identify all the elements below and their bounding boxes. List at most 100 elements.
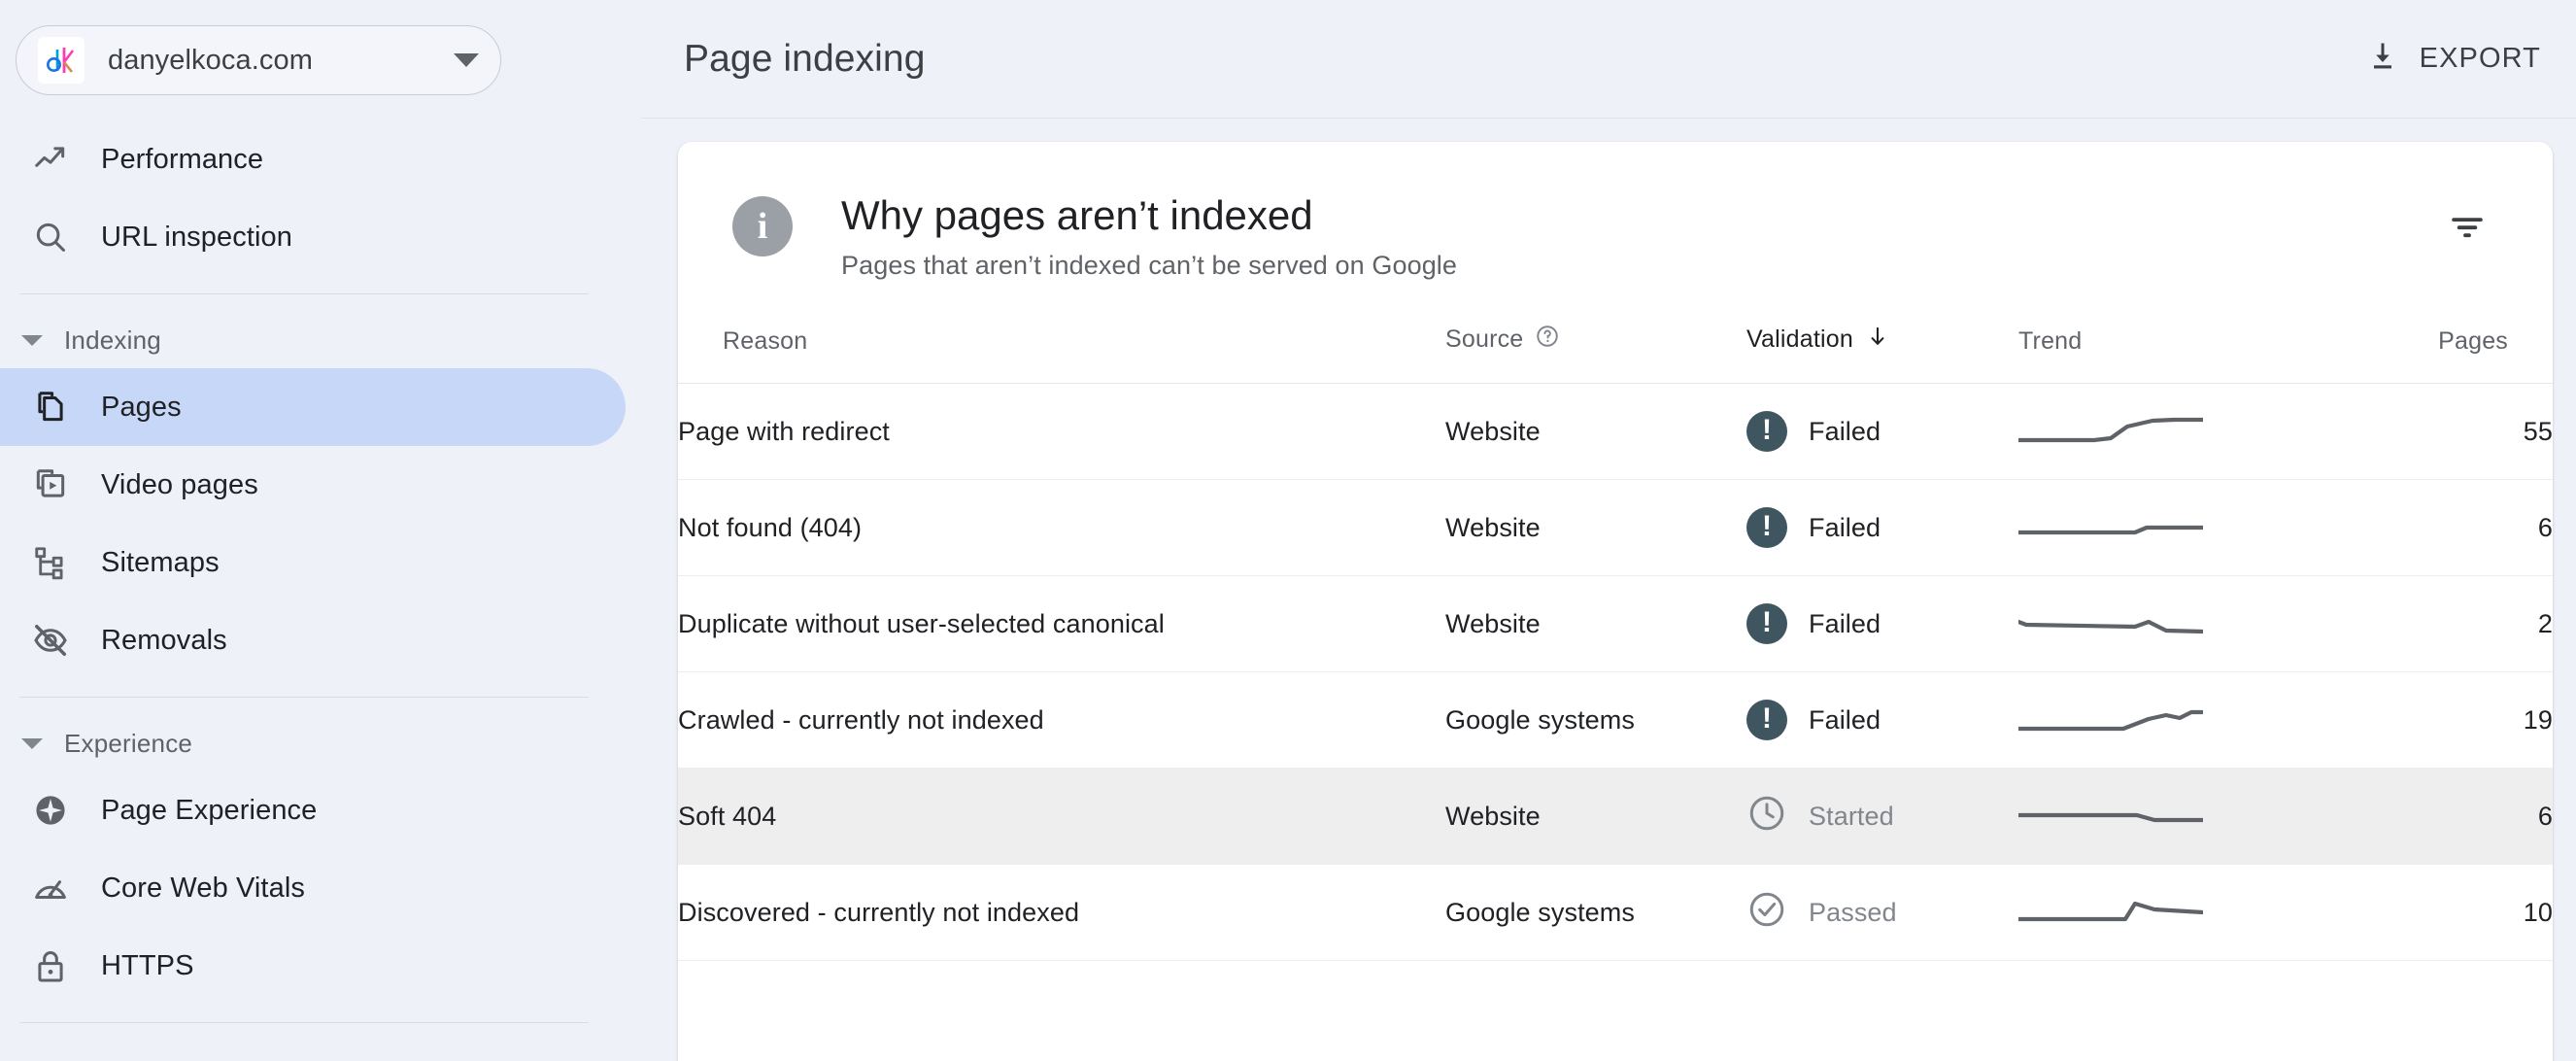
cell-source: Website — [1445, 384, 1746, 480]
indexing-reasons-table: Reason Source — [678, 324, 2553, 961]
cell-reason: Discovered - currently not indexed — [678, 865, 1445, 961]
column-header-label: Source — [1445, 325, 1523, 354]
sidebar-item-label: Performance — [101, 144, 263, 176]
search-icon — [29, 219, 72, 256]
property-name: danyelkoca.com — [108, 45, 454, 77]
sparkle-circle-icon — [29, 792, 72, 829]
error-filled-icon: ! — [1746, 411, 1787, 452]
trend-sparkline — [2018, 607, 2203, 640]
cell-trend — [2018, 769, 2290, 865]
sidebar-item-label: HTTPS — [101, 950, 194, 982]
sidebar-section-indexing[interactable]: Indexing — [0, 312, 641, 368]
trend-sparkline — [2018, 415, 2203, 448]
sidebar-item-pages[interactable]: Pages — [0, 368, 626, 446]
filter-icon — [2447, 207, 2488, 253]
cell-pages: 2 — [2290, 576, 2553, 672]
cell-reason: Page with redirect — [678, 384, 1445, 480]
cell-trend — [2018, 672, 2290, 769]
sidebar-item-video-pages[interactable]: Video pages — [0, 446, 626, 524]
sidebar-item-label: Page Experience — [101, 795, 317, 827]
cell-source: Website — [1445, 480, 1746, 576]
sidebar-item-removals[interactable]: Removals — [0, 601, 626, 679]
cell-source: Website — [1445, 576, 1746, 672]
table-header-row: Reason Source — [678, 324, 2553, 384]
validation-label: Started — [1809, 802, 1894, 832]
cell-reason: Duplicate without user-selected canonica… — [678, 576, 1445, 672]
why-pages-arent-indexed-card: i Why pages aren’t indexed Pages that ar… — [678, 142, 2553, 1061]
cell-pages: 19 — [2290, 672, 2553, 769]
sidebar-item-core-web-vitals[interactable]: Core Web Vitals — [0, 849, 626, 927]
cell-reason: Not found (404) — [678, 480, 1445, 576]
trending-up-icon — [29, 141, 72, 178]
table-body: Page with redirect Website ! Failed — [678, 384, 2553, 961]
cell-validation: ! Failed — [1746, 672, 2018, 769]
column-header-source[interactable]: Source — [1445, 324, 1746, 384]
column-header-reason[interactable]: Reason — [678, 324, 1445, 384]
table-row[interactable]: Not found (404) Website ! Failed — [678, 480, 2553, 576]
sidebar-nav: Performance URL inspection Indexing — [0, 120, 641, 1023]
column-header-label: Reason — [723, 327, 807, 355]
cell-reason: Crawled - currently not indexed — [678, 672, 1445, 769]
download-icon — [2365, 39, 2400, 79]
main-content: Page indexing EXPORT i Why pages aren’t … — [641, 0, 2576, 1061]
table-row[interactable]: Crawled - currently not indexed Google s… — [678, 672, 2553, 769]
cell-pages: 55 — [2290, 384, 2553, 480]
column-header-label: Pages — [2438, 327, 2508, 356]
cell-validation: Started — [1746, 769, 2018, 865]
sidebar-item-https[interactable]: HTTPS — [0, 927, 626, 1005]
app-root: danyelkoca.com Performance — [0, 0, 2576, 1061]
column-header-trend[interactable]: Trend — [2018, 324, 2290, 384]
sidebar-item-page-experience[interactable]: Page Experience — [0, 771, 626, 849]
cell-validation: ! Failed — [1746, 480, 2018, 576]
trend-sparkline — [2018, 511, 2203, 544]
sidebar-item-sitemaps[interactable]: Sitemaps — [0, 524, 626, 601]
chevron-down-icon[interactable] — [454, 53, 479, 67]
check-circle-outline-icon — [1746, 889, 1787, 937]
cell-trend — [2018, 384, 2290, 480]
cell-pages: 10 — [2290, 865, 2553, 961]
cell-trend — [2018, 576, 2290, 672]
eye-off-icon — [29, 622, 72, 659]
sitemap-icon — [29, 544, 72, 581]
cell-validation: Passed — [1746, 865, 2018, 961]
arrow-down-icon — [1865, 324, 1890, 356]
column-header-pages[interactable]: Pages — [2290, 324, 2553, 384]
sidebar-divider — [19, 1022, 589, 1023]
error-filled-icon: ! — [1746, 507, 1787, 548]
column-header-validation[interactable]: Validation — [1746, 324, 2018, 384]
lock-icon — [29, 947, 72, 984]
cell-pages: 6 — [2290, 769, 2553, 865]
table-head: Reason Source — [678, 324, 2553, 384]
sidebar-section-label: Experience — [64, 729, 192, 759]
page-title: Page indexing — [684, 38, 926, 81]
sidebar-section-experience[interactable]: Experience — [0, 715, 641, 771]
cell-validation: ! Failed — [1746, 576, 2018, 672]
sidebar-item-label: URL inspection — [101, 222, 292, 254]
sidebar: danyelkoca.com Performance — [0, 0, 641, 1061]
validation-label: Failed — [1809, 609, 1881, 639]
table-row[interactable]: Discovered - currently not indexed Googl… — [678, 865, 2553, 961]
cell-validation: ! Failed — [1746, 384, 2018, 480]
table-row[interactable]: Page with redirect Website ! Failed — [678, 384, 2553, 480]
table-row[interactable]: Soft 404 Website Started — [678, 769, 2553, 865]
error-filled-icon: ! — [1746, 603, 1787, 644]
sidebar-item-performance[interactable]: Performance — [0, 120, 626, 198]
property-selector[interactable]: danyelkoca.com — [16, 25, 501, 95]
sidebar-item-url-inspection[interactable]: URL inspection — [0, 198, 626, 276]
sidebar-item-label: Removals — [101, 625, 227, 657]
sidebar-divider — [19, 293, 589, 294]
export-button[interactable]: EXPORT — [2359, 29, 2547, 88]
chevron-down-icon — [21, 738, 43, 749]
cell-trend — [2018, 865, 2290, 961]
card-header-text: Why pages aren’t indexed Pages that aren… — [841, 192, 2436, 281]
column-header-label: Trend — [2018, 327, 2082, 355]
column-header-label: Validation — [1746, 325, 1853, 354]
info-icon: i — [732, 196, 793, 257]
filter-button[interactable] — [2436, 198, 2498, 260]
sidebar-item-label: Sitemaps — [101, 547, 220, 579]
help-circle-icon[interactable] — [1535, 324, 1560, 356]
trend-sparkline — [2018, 896, 2203, 929]
speedometer-icon — [29, 870, 72, 907]
table-row[interactable]: Duplicate without user-selected canonica… — [678, 576, 2553, 672]
copy-pages-icon — [29, 389, 72, 426]
